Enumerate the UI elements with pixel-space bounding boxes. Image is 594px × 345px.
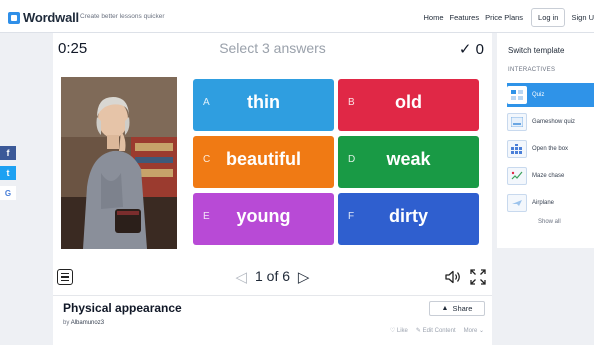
question-image bbox=[61, 77, 177, 249]
maze-chase-template-icon bbox=[507, 167, 527, 185]
interactives-heading: INTERACTIVES bbox=[508, 67, 556, 73]
wordwall-logo-icon bbox=[8, 11, 20, 24]
answer-word: thin bbox=[247, 92, 280, 112]
answer-d[interactable]: D weak bbox=[338, 136, 479, 188]
tagline: Create better lessons quicker bbox=[80, 13, 165, 20]
woman-photo bbox=[61, 77, 177, 249]
activity-author: by Albamunoz3 bbox=[63, 320, 104, 326]
switch-template-title: Switch template bbox=[508, 46, 565, 55]
answer-c[interactable]: C beautiful bbox=[193, 136, 334, 188]
pagination: ◁ 1 of 6 ▷ bbox=[53, 268, 492, 286]
signup-button[interactable]: Sign U bbox=[571, 13, 594, 22]
open-the-box-template-icon bbox=[507, 140, 527, 158]
like-button[interactable]: ♡ Like bbox=[390, 327, 408, 334]
template-name: Quiz bbox=[532, 92, 545, 98]
fullscreen-icon[interactable] bbox=[470, 269, 486, 285]
twitter-share-icon[interactable]: t bbox=[0, 166, 16, 180]
answer-f[interactable]: F dirty bbox=[338, 193, 479, 245]
quiz-template-icon bbox=[507, 86, 527, 104]
top-bar: Wordwall Create better lessons quicker H… bbox=[0, 0, 594, 33]
answer-e[interactable]: E young bbox=[193, 193, 334, 245]
airplane-template-icon bbox=[507, 194, 527, 212]
nav-price-plans[interactable]: Price Plans bbox=[485, 13, 523, 22]
answer-word: beautiful bbox=[226, 149, 301, 169]
share-button[interactable]: ▲ Share bbox=[429, 301, 485, 316]
page-indicator: 1 of 6 bbox=[254, 268, 291, 284]
prev-question-icon[interactable]: ◁ bbox=[236, 268, 248, 286]
answer-word: dirty bbox=[388, 206, 428, 226]
template-panel: Switch template INTERACTIVES Quiz Gamesh… bbox=[497, 33, 594, 248]
top-nav: Home Features Price Plans Log in Sign U bbox=[417, 8, 594, 27]
activity-info: Physical appearance by Albamunoz3 ▲ Shar… bbox=[53, 295, 492, 345]
show-all-link[interactable]: Show all bbox=[538, 219, 561, 225]
game-player: 0:25 Select 3 answers ✓ 0 A thin B old C… bbox=[53, 33, 492, 295]
share-label: Share bbox=[452, 304, 473, 313]
answer-b[interactable]: B old bbox=[338, 79, 479, 131]
answer-a[interactable]: A thin bbox=[193, 79, 334, 131]
template-gameshow-quiz[interactable]: Gameshow quiz bbox=[507, 110, 594, 134]
question-prompt: Select 3 answers bbox=[219, 40, 326, 56]
template-name: Airplane bbox=[532, 200, 555, 206]
sound-icon[interactable] bbox=[445, 270, 461, 284]
share-icon: ▲ bbox=[441, 305, 449, 312]
template-name: Gameshow quiz bbox=[532, 119, 576, 125]
nav-home[interactable]: Home bbox=[423, 13, 443, 22]
author-link[interactable]: Albamunoz3 bbox=[71, 320, 104, 326]
facebook-share-icon[interactable]: f bbox=[0, 146, 16, 160]
template-name: Maze chase bbox=[532, 173, 565, 179]
more-button[interactable]: More ⌄ bbox=[464, 327, 484, 334]
nav-features[interactable]: Features bbox=[450, 13, 480, 22]
by-label: by bbox=[63, 320, 70, 326]
wordwall-logo[interactable]: Wordwall bbox=[8, 10, 79, 25]
score-counter: ✓ 0 bbox=[458, 41, 484, 58]
template-open-the-box[interactable]: Open the box bbox=[507, 137, 594, 161]
next-question-icon[interactable]: ▷ bbox=[298, 268, 310, 286]
answer-word: young bbox=[236, 206, 291, 226]
edit-content-button[interactable]: ✎ Edit Content bbox=[416, 327, 456, 334]
answer-word: old bbox=[395, 92, 422, 112]
activity-actions: ♡ Like ✎ Edit Content More ⌄ bbox=[390, 327, 484, 334]
template-quiz[interactable]: Quiz bbox=[507, 83, 594, 107]
template-maze-chase[interactable]: Maze chase bbox=[507, 164, 594, 188]
google-classroom-share-icon[interactable]: G bbox=[0, 186, 16, 200]
brand-name: Wordwall bbox=[23, 10, 79, 25]
template-name: Open the box bbox=[532, 146, 569, 152]
login-button[interactable]: Log in bbox=[531, 8, 566, 27]
gameshow-quiz-template-icon bbox=[507, 113, 527, 131]
activity-title: Physical appearance bbox=[63, 301, 182, 315]
template-airplane[interactable]: Airplane bbox=[507, 191, 594, 215]
answer-word: weak bbox=[386, 149, 431, 169]
